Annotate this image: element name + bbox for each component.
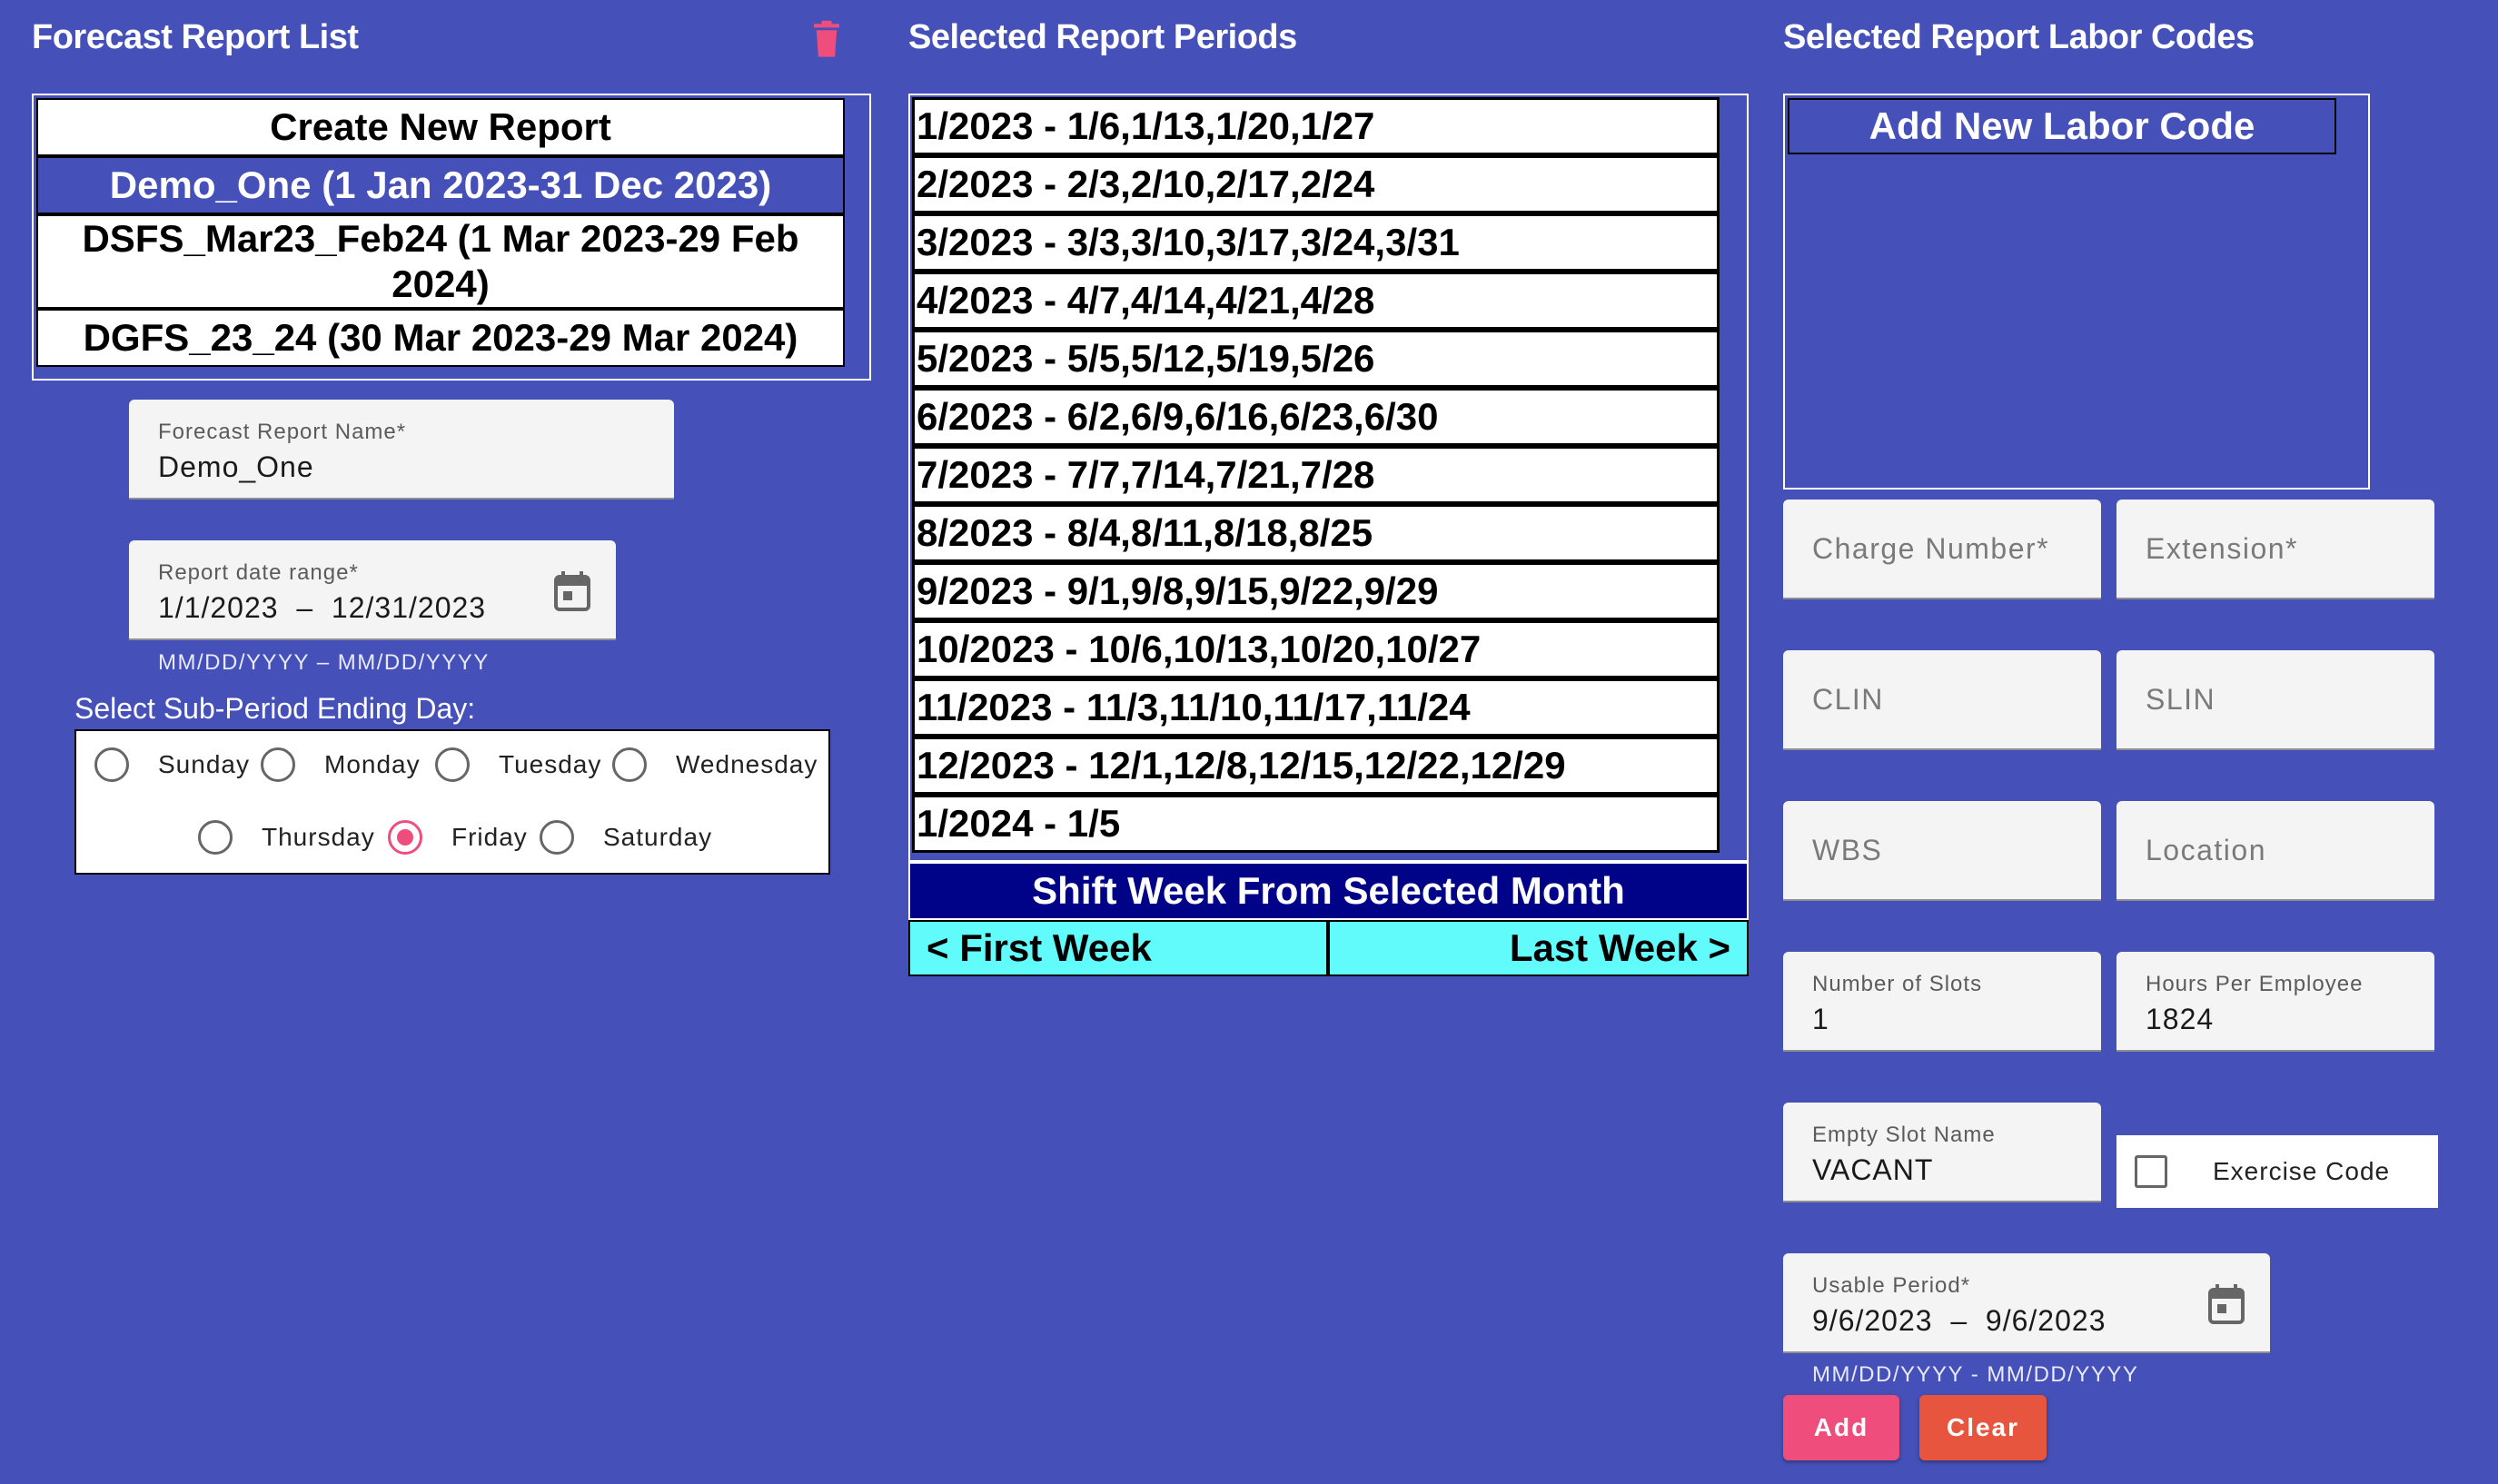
periods-title: Selected Report Periods <box>908 18 1297 56</box>
period-row[interactable]: 11/2023 - 11/3,11/10,11/17,11/24 <box>912 678 1720 737</box>
report-item-dgfs[interactable]: DGFS_23_24 (30 Mar 2023-29 Mar 2024) <box>36 309 845 367</box>
period-row[interactable]: 9/2023 - 9/1,9/8,9/15,9/22,9/29 <box>912 562 1720 620</box>
radio-tuesday-label: Tuesday <box>499 750 602 778</box>
wbs-placeholder: WBS <box>1812 833 1883 866</box>
report-item-dsfs[interactable]: DSFS_Mar23_Feb24 (1 Mar 2023-29 Feb 2024… <box>36 214 845 309</box>
location-placeholder: Location <box>2146 833 2266 866</box>
sub-period-radio-group: Sunday Monday Tuesday Wednesday Thursday… <box>74 729 830 875</box>
slin-field[interactable]: SLIN <box>2116 650 2434 750</box>
extension-placeholder: Extension* <box>2146 531 2298 565</box>
report-date-range-label: Report date range* <box>158 560 359 585</box>
create-new-report-item[interactable]: Create New Report <box>36 98 845 156</box>
clear-button[interactable]: Clear <box>1919 1395 2047 1460</box>
radio-thursday[interactable]: Thursday <box>198 820 375 855</box>
exercise-code-label: Exercise Code <box>2213 1157 2391 1185</box>
usable-period-value: 9/6/2023 – 9/6/2023 <box>1812 1304 2106 1337</box>
first-week-button[interactable]: < First Week <box>908 920 1328 976</box>
usable-period-field[interactable]: Usable Period* 9/6/2023 – 9/6/2023 <box>1783 1253 2270 1353</box>
charge-number-placeholder: Charge Number* <box>1812 531 2050 565</box>
period-row[interactable]: 4/2023 - 4/7,4/14,4/21,4/28 <box>912 272 1720 330</box>
radio-friday-label: Friday <box>451 823 528 851</box>
radio-checked-icon <box>388 820 422 855</box>
report-date-range-hint: MM/DD/YYYY – MM/DD/YYYY <box>158 650 490 675</box>
radio-monday[interactable]: Monday <box>261 747 421 782</box>
trash-icon[interactable] <box>811 20 842 58</box>
checkbox-icon <box>2135 1155 2167 1188</box>
report-list-title: Forecast Report List <box>32 18 359 56</box>
radio-circle-icon <box>261 747 295 782</box>
radio-circle-icon <box>94 747 129 782</box>
radio-tuesday[interactable]: Tuesday <box>435 747 601 782</box>
period-row[interactable]: 12/2023 - 12/1,12/8,12/15,12/22,12/29 <box>912 737 1720 795</box>
empty-slot-name-label: Empty Slot Name <box>1812 1123 1996 1147</box>
usable-period-hint: MM/DD/YYYY - MM/DD/YYYY <box>1812 1362 2139 1387</box>
hours-per-employee-label: Hours Per Employee <box>2146 972 2364 996</box>
period-row[interactable]: 7/2023 - 7/7,7/14,7/21,7/28 <box>912 446 1720 504</box>
report-name-field[interactable]: Forecast Report Name* Demo_One <box>129 400 674 500</box>
sub-period-title: Select Sub-Period Ending Day: <box>74 692 476 725</box>
location-field[interactable]: Location <box>2116 801 2434 901</box>
radio-circle-icon <box>435 747 470 782</box>
number-of-slots-label: Number of Slots <box>1812 972 1983 996</box>
report-list: Create New Report Demo_One (1 Jan 2023-3… <box>32 94 871 381</box>
wbs-field[interactable]: WBS <box>1783 801 2101 901</box>
radio-sunday-label: Sunday <box>158 750 250 778</box>
radio-sunday[interactable]: Sunday <box>94 747 250 782</box>
radio-circle-icon <box>540 820 574 855</box>
last-week-button[interactable]: Last Week > <box>1328 920 1749 976</box>
radio-circle-icon <box>612 747 647 782</box>
radio-wednesday[interactable]: Wednesday <box>612 747 818 782</box>
report-date-range-field[interactable]: Report date range* 1/1/2023 – 12/31/2023 <box>129 540 616 640</box>
period-row[interactable]: 6/2023 - 6/2,6/9,6/16,6/23,6/30 <box>912 388 1720 446</box>
radio-thursday-label: Thursday <box>262 823 375 851</box>
radio-wednesday-label: Wednesday <box>676 750 818 778</box>
period-row[interactable]: 3/2023 - 3/3,3/10,3/17,3/24,3/31 <box>912 213 1720 272</box>
period-row[interactable]: 2/2023 - 2/3,2/10,2/17,2/24 <box>912 155 1720 213</box>
clin-placeholder: CLIN <box>1812 682 1884 716</box>
calendar-icon[interactable] <box>2208 1284 2245 1324</box>
hours-per-employee-value: 1824 <box>2146 1003 2215 1035</box>
report-name-value: Demo_One <box>158 450 314 483</box>
radio-circle-icon <box>198 820 233 855</box>
clin-field[interactable]: CLIN <box>1783 650 2101 750</box>
slin-placeholder: SLIN <box>2146 682 2216 716</box>
period-row[interactable]: 1/2023 - 1/6,1/13,1/20,1/27 <box>912 97 1720 155</box>
report-date-range-value: 1/1/2023 – 12/31/2023 <box>158 591 487 624</box>
report-name-label: Forecast Report Name* <box>158 420 407 444</box>
add-button[interactable]: Add <box>1783 1395 1899 1460</box>
report-item-demo-one[interactable]: Demo_One (1 Jan 2023-31 Dec 2023) <box>36 156 845 214</box>
shift-week-title: Shift Week From Selected Month <box>908 862 1749 920</box>
hours-per-employee-field[interactable]: Hours Per Employee 1824 <box>2116 952 2434 1052</box>
number-of-slots-field[interactable]: Number of Slots 1 <box>1783 952 2101 1052</box>
radio-saturday-label: Saturday <box>603 823 713 851</box>
empty-slot-name-field[interactable]: Empty Slot Name VACANT <box>1783 1103 2101 1202</box>
usable-period-label: Usable Period* <box>1812 1273 1971 1298</box>
extension-field[interactable]: Extension* <box>2116 500 2434 599</box>
empty-slot-name-value: VACANT <box>1812 1153 1934 1186</box>
exercise-code-checkbox[interactable]: Exercise Code <box>2116 1135 2438 1208</box>
calendar-icon[interactable] <box>554 571 590 611</box>
radio-friday[interactable]: Friday <box>388 820 528 855</box>
number-of-slots-value: 1 <box>1812 1003 1829 1035</box>
period-row[interactable]: 1/2024 - 1/5 <box>912 795 1720 853</box>
charge-number-field[interactable]: Charge Number* <box>1783 500 2101 599</box>
period-row[interactable]: 5/2023 - 5/5,5/12,5/19,5/26 <box>912 330 1720 388</box>
radio-saturday[interactable]: Saturday <box>540 820 712 855</box>
period-row[interactable]: 10/2023 - 10/6,10/13,10/20,10/27 <box>912 620 1720 678</box>
period-row[interactable]: 8/2023 - 8/4,8/11,8/18,8/25 <box>912 504 1720 562</box>
labor-codes-title: Selected Report Labor Codes <box>1783 18 2255 56</box>
radio-monday-label: Monday <box>324 750 421 778</box>
periods-list: 1/2023 - 1/6,1/13,1/20,1/27 2/2023 - 2/3… <box>908 94 1749 862</box>
add-new-labor-code-item[interactable]: Add New Labor Code <box>1788 98 2336 154</box>
labor-codes-list: Add New Labor Code <box>1783 94 2370 490</box>
